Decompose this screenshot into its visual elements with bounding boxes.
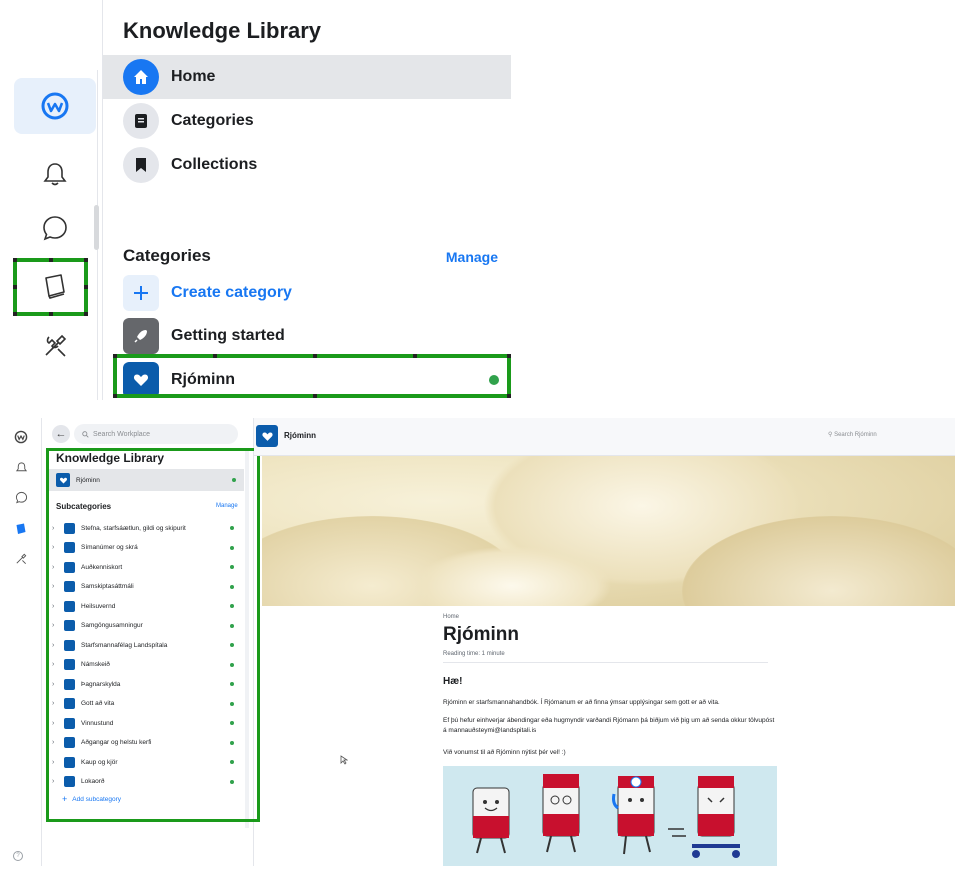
category-getting-started[interactable]: Getting started (103, 314, 511, 358)
reading-time: Reading time: 1 minute (443, 651, 505, 657)
nav-collections[interactable]: Collections (103, 143, 511, 187)
categories-heading: Categories (123, 246, 211, 265)
nav-home[interactable]: Home (103, 55, 511, 99)
workplace-logo-icon (14, 430, 28, 444)
book-icon (16, 523, 26, 534)
paragraph-1: Rjóminn er starfsmannahandbók. Í Rjómanu… (443, 699, 720, 706)
back-arrow-icon[interactable]: ← (52, 425, 70, 443)
getting-started-label: Getting started (171, 327, 285, 344)
search-icon (82, 430, 89, 438)
admin-tools-button[interactable] (14, 318, 96, 374)
cover-image (262, 456, 955, 606)
left-rail-small: ? (0, 418, 42, 866)
article-title: Rjóminn (443, 624, 519, 645)
category-header: Rjóminn ⚲ Search Rjóminn (254, 418, 955, 456)
rail-scrollbar[interactable] (94, 205, 99, 250)
chat-bubble-icon (15, 491, 27, 503)
chat-button-small[interactable] (10, 486, 32, 508)
highlight-library-panel (46, 448, 260, 822)
nav-home-label: Home (171, 68, 216, 85)
bell-icon (15, 461, 27, 471)
notifications-button-small[interactable] (10, 456, 32, 478)
chat-bubble-icon (43, 216, 67, 241)
create-category-label: Create category (171, 284, 292, 301)
article-heading: Hæ! (443, 676, 463, 687)
knowledge-library-button-small[interactable] (10, 518, 32, 540)
tools-icon (45, 334, 67, 357)
search-placeholder: Search Workplace (93, 430, 151, 438)
chat-button[interactable] (14, 200, 96, 256)
plus-icon (123, 275, 159, 311)
knowledge-library-nav: Knowledge Library Home Categories Collec… (102, 0, 511, 400)
workplace-logo-icon (41, 92, 69, 120)
highlight-rjominn-row (113, 354, 511, 398)
category-title: Rjóminn (284, 431, 316, 440)
home-icon (123, 59, 159, 95)
library-title: Knowledge Library (123, 18, 322, 43)
search-category-placeholder: Search Rjóminn (834, 432, 877, 438)
notifications-button[interactable] (14, 146, 96, 202)
document-icon (123, 103, 159, 139)
zoomed-view: Knowledge Library Home Categories Collec… (0, 0, 512, 400)
workplace-home-button-small[interactable] (10, 426, 32, 448)
bell-icon (43, 163, 67, 186)
tools-icon (16, 553, 27, 564)
breadcrumb[interactable]: Home (443, 614, 459, 620)
heart-icon (256, 425, 278, 447)
rocket-icon (123, 318, 159, 354)
full-screen-view: ? ← Search Workplace Knowledge Library R… (0, 418, 955, 866)
highlight-library-button (13, 258, 88, 316)
divider (443, 662, 768, 663)
help-icon[interactable]: ? (13, 851, 23, 861)
bookmark-icon (123, 147, 159, 183)
admin-tools-button-small[interactable] (10, 548, 32, 570)
mouse-cursor-icon (340, 755, 348, 765)
nav-categories[interactable]: Categories (103, 99, 511, 143)
manage-categories-link[interactable]: Manage (446, 249, 498, 265)
milk-carton-mascots-image (472, 774, 740, 858)
workplace-home-button[interactable] (14, 78, 96, 134)
create-category-button[interactable]: Create category (103, 271, 511, 315)
search-workplace-input[interactable]: Search Workplace (74, 424, 238, 444)
left-rail (4, 70, 98, 400)
paragraph-2: Ef þú hefur einhverjar ábendingar eða hu… (443, 717, 775, 734)
paragraph-3: Við vonumst til að Rjóminn nýtist þér ve… (443, 749, 566, 756)
mascot-illustration (443, 766, 777, 866)
nav-categories-label: Categories (171, 112, 254, 129)
nav-collections-label: Collections (171, 156, 258, 173)
search-category-input[interactable]: ⚲ Search Rjóminn (828, 431, 877, 438)
